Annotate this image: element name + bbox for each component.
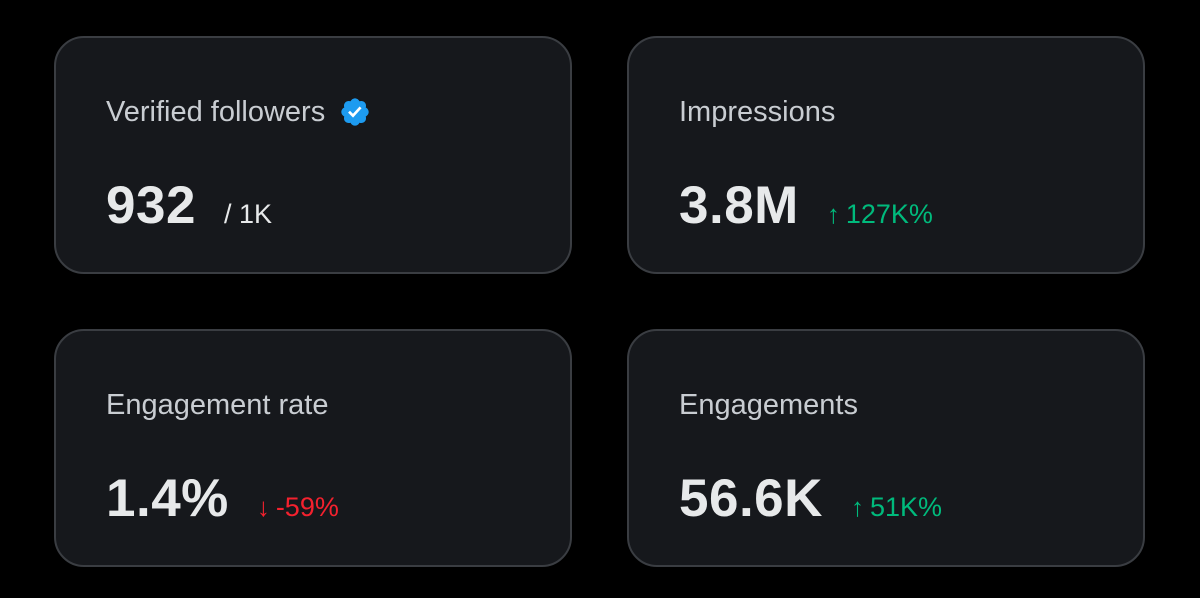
arrow-up-icon: ↑ — [826, 199, 840, 229]
engagements-card[interactable]: Engagements 56.6K ↑ 51K% — [627, 329, 1145, 567]
verified-followers-card[interactable]: Verified followers 932 / 1K — [54, 36, 572, 274]
metric-value: 1.4% — [106, 469, 229, 528]
card-title: Engagement rate — [106, 389, 329, 421]
card-value-row: 932 / 1K — [106, 176, 272, 236]
card-title: Engagements — [679, 389, 858, 421]
card-title: Impressions — [679, 96, 836, 128]
engagement-rate-card[interactable]: Engagement rate 1.4% ↓ -59% — [54, 329, 572, 567]
verified-badge-icon — [339, 96, 371, 128]
card-value-row: 56.6K ↑ 51K% — [679, 469, 942, 529]
card-title-row: Engagements — [679, 387, 858, 423]
metric-value: 932 — [106, 176, 196, 235]
metric-change: ↓ -59% — [257, 492, 339, 523]
impressions-card[interactable]: Impressions 3.8M ↑ 127K% — [627, 36, 1145, 274]
metric-change: ↑ 51K% — [851, 492, 942, 523]
arrow-up-icon: ↑ — [850, 492, 864, 522]
metric-goal: / 1K — [223, 199, 272, 229]
analytics-overview-grid: Verified followers 932 / 1K Impressions … — [0, 0, 1200, 598]
card-value-row: 3.8M ↑ 127K% — [679, 176, 933, 236]
card-title: Verified followers — [106, 96, 326, 128]
card-title-row: Engagement rate — [106, 387, 328, 423]
card-title-row: Verified followers — [106, 94, 371, 130]
metric-change-value: -59% — [275, 492, 339, 522]
metric-change-value: 51K% — [869, 492, 942, 522]
card-title-row: Impressions — [679, 94, 835, 130]
card-value-row: 1.4% ↓ -59% — [106, 469, 339, 529]
metric-value: 56.6K — [679, 469, 823, 528]
metric-change-value: 127K% — [845, 199, 933, 229]
arrow-down-icon: ↓ — [256, 492, 270, 522]
metric-change: ↑ 127K% — [827, 199, 933, 230]
metric-value: 3.8M — [679, 176, 799, 235]
